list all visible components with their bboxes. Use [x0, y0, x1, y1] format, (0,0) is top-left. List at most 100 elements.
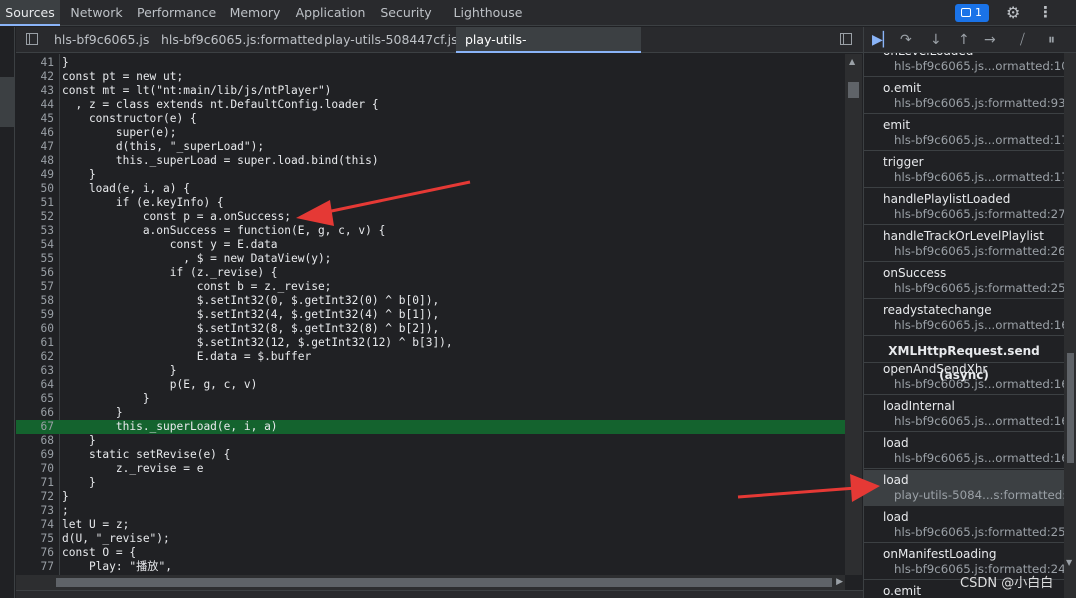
frame-location[interactable]: hls-bf9c6065.js...ormatted:16320	[894, 451, 1064, 465]
code-line[interactable]: 56 if (z._revise) {	[16, 266, 845, 280]
tab-application[interactable]: Application	[294, 0, 367, 26]
resume-icon[interactable]: ▶▏	[872, 30, 894, 50]
line-number[interactable]: 74	[16, 518, 54, 532]
line-number[interactable]: 46	[16, 126, 54, 140]
code-line[interactable]: 47 d(this, "_superLoad");	[16, 140, 845, 154]
line-number[interactable]: 52	[16, 210, 54, 224]
call-frame[interactable]: triggerhls-bf9c6065.js...ormatted:17027	[864, 152, 1064, 188]
panel-toggle-icon[interactable]	[26, 33, 38, 45]
line-number[interactable]: 60	[16, 322, 54, 336]
line-number[interactable]: 42	[16, 70, 54, 84]
code-line[interactable]: 73;	[16, 504, 845, 518]
line-number[interactable]: 49	[16, 168, 54, 182]
editor-horizontal-scrollbar[interactable]: ▶	[16, 575, 845, 590]
file-tab-play-utils-formatted[interactable]: play-utils-5084...f.js:formatted×	[456, 27, 641, 73]
file-tab-play-utils[interactable]: play-utils-508447cf.js	[324, 27, 458, 53]
line-number[interactable]: 67	[16, 420, 54, 434]
frame-location[interactable]: play-utils-5084...s:formatted:67	[894, 488, 1064, 502]
code-line[interactable]: 55 , $ = new DataView(y);	[16, 252, 845, 266]
code-line[interactable]: 41}	[16, 56, 845, 70]
frame-location[interactable]: hls-bf9c6065.js:formatted:2658	[894, 244, 1064, 258]
line-number[interactable]: 48	[16, 154, 54, 168]
scrollbar-thumb[interactable]	[56, 578, 832, 587]
scrollbar-thumb[interactable]	[848, 82, 859, 98]
line-number[interactable]: 70	[16, 462, 54, 476]
code-line[interactable]: 54 const y = E.data	[16, 238, 845, 252]
call-frame[interactable]: loadhls-bf9c6065.js...ormatted:16320	[864, 433, 1064, 469]
code-line[interactable]: 68 }	[16, 434, 845, 448]
step-icon[interactable]: →	[984, 30, 996, 50]
file-tab-hls[interactable]: hls-bf9c6065.js	[54, 27, 149, 53]
line-number[interactable]: 77	[16, 560, 54, 574]
line-number[interactable]: 50	[16, 182, 54, 196]
call-frame[interactable]: emithls-bf9c6065.js...ormatted:17021	[864, 115, 1064, 151]
code-line[interactable]: 77 Play: "播放",	[16, 560, 845, 574]
frame-location[interactable]: hls-bf9c6065.js...ormatted:10218	[894, 59, 1064, 73]
code-line[interactable]: 71 }	[16, 476, 845, 490]
editor-vertical-scrollbar[interactable]: ▲	[845, 54, 862, 575]
line-number[interactable]: 43	[16, 84, 54, 98]
code-line[interactable]: 72}	[16, 490, 845, 504]
frame-location[interactable]: hls-bf9c6065.js:formatted:2585	[894, 525, 1064, 539]
line-number[interactable]: 53	[16, 224, 54, 238]
tab-network[interactable]: Network	[64, 0, 129, 26]
call-stack-scrollbar[interactable]: ▼	[1064, 53, 1076, 598]
code-line[interactable]: 42 const pt = new ut;	[16, 70, 845, 84]
line-number[interactable]: 65	[16, 392, 54, 406]
code-line[interactable]: 76 const O = {	[16, 546, 845, 560]
line-number[interactable]: 44	[16, 98, 54, 112]
deactivate-breakpoints-icon[interactable]: ⧸	[1020, 30, 1025, 50]
step-out-icon[interactable]: ↑	[958, 30, 970, 50]
code-line[interactable]: 59 $.setInt32(4, $.getInt32(4) ^ b[1]),	[16, 308, 845, 322]
code-editor[interactable]: 41} 42 const pt = new ut; 43 const mt = lt("…	[16, 54, 845, 575]
call-frame[interactable]: onLevelLoadedhls-bf9c6065.js...ormatted:…	[864, 53, 1064, 77]
line-number[interactable]: 68	[16, 434, 54, 448]
code-line[interactable]: 69 static setRevise(e) {	[16, 448, 845, 462]
settings-gear-icon[interactable]: ⚙	[1006, 4, 1020, 22]
step-over-icon[interactable]: ↷	[900, 30, 912, 50]
frame-location[interactable]: hls-bf9c6065.js:formatted:2574	[894, 281, 1064, 295]
debugger-panel-toggle-icon[interactable]	[840, 33, 852, 45]
code-line[interactable]: 64 p(E, g, c, v)	[16, 378, 845, 392]
code-line[interactable]: 46 super(e);	[16, 126, 845, 140]
code-line[interactable]: 63 }	[16, 364, 845, 378]
call-frame[interactable]: load hls-bf9c6065.js:formatted:2585	[864, 507, 1064, 543]
line-number[interactable]: 62	[16, 350, 54, 364]
frame-location[interactable]: hls-bf9c6065.js:formatted:2770	[894, 207, 1064, 221]
line-number[interactable]: 58	[16, 294, 54, 308]
step-into-icon[interactable]: ↓	[930, 30, 942, 50]
code-line[interactable]: 70 z._revise = e	[16, 462, 845, 476]
code-line[interactable]: 49 }	[16, 168, 845, 182]
tab-memory[interactable]: Memory	[225, 0, 285, 26]
code-line[interactable]: 65 }	[16, 392, 845, 406]
code-line[interactable]: 45 constructor(e) {	[16, 112, 845, 126]
line-number[interactable]: 66	[16, 406, 54, 420]
tab-performance[interactable]: Performance	[137, 0, 216, 26]
call-frame[interactable]: handlePlaylistLoaded hls-bf9c6065.js:form…	[864, 189, 1064, 225]
line-number[interactable]: 72	[16, 490, 54, 504]
code-line[interactable]: 44 , z = class extends nt.DefaultConfig.…	[16, 98, 845, 112]
call-frame[interactable]: onSuccess hls-bf9c6065.js:formatted:2574	[864, 263, 1064, 299]
code-line[interactable]: 66 }	[16, 406, 845, 420]
more-menu-icon[interactable]: ⋮	[1038, 3, 1053, 21]
line-number[interactable]: 61	[16, 336, 54, 350]
call-frame[interactable]: load play-utils-5084...s:formatted:67	[864, 470, 1064, 506]
line-number[interactable]: 41	[16, 56, 54, 70]
frame-location[interactable]: hls-bf9c6065.js:formatted:9385	[894, 96, 1064, 110]
frame-location[interactable]: hls-bf9c6065.js...ormatted:16361	[894, 377, 1064, 391]
call-frame[interactable]: loadInternal hls-bf9c6065.js...ormatted:1…	[864, 396, 1064, 432]
call-frame[interactable]: readystatechange hls-bf9c6065.js...ormatt…	[864, 300, 1064, 336]
line-number[interactable]: 71	[16, 476, 54, 490]
line-number[interactable]: 45	[16, 112, 54, 126]
pause-on-exceptions-icon[interactable]: ⏸	[1048, 30, 1055, 50]
line-number[interactable]: 63	[16, 364, 54, 378]
tab-sources[interactable]: Sources	[0, 0, 60, 26]
line-number[interactable]: 56	[16, 266, 54, 280]
code-line[interactable]: 43 const mt = lt("nt:main/lib/js/ntPlayer…	[16, 84, 845, 98]
line-number[interactable]: 73	[16, 504, 54, 518]
call-frame[interactable]: openAndSendXhr hls-bf9c6065.js...ormatted…	[864, 359, 1064, 395]
code-line[interactable]: 74 let U = z;	[16, 518, 845, 532]
code-line[interactable]: 52 const p = a.onSuccess;	[16, 210, 845, 224]
frame-location[interactable]: hls-bf9c6065.js...ormatted:17021	[894, 133, 1064, 147]
call-frame[interactable]: o.emit hls-bf9c6065.js:formatted:9385	[864, 78, 1064, 114]
